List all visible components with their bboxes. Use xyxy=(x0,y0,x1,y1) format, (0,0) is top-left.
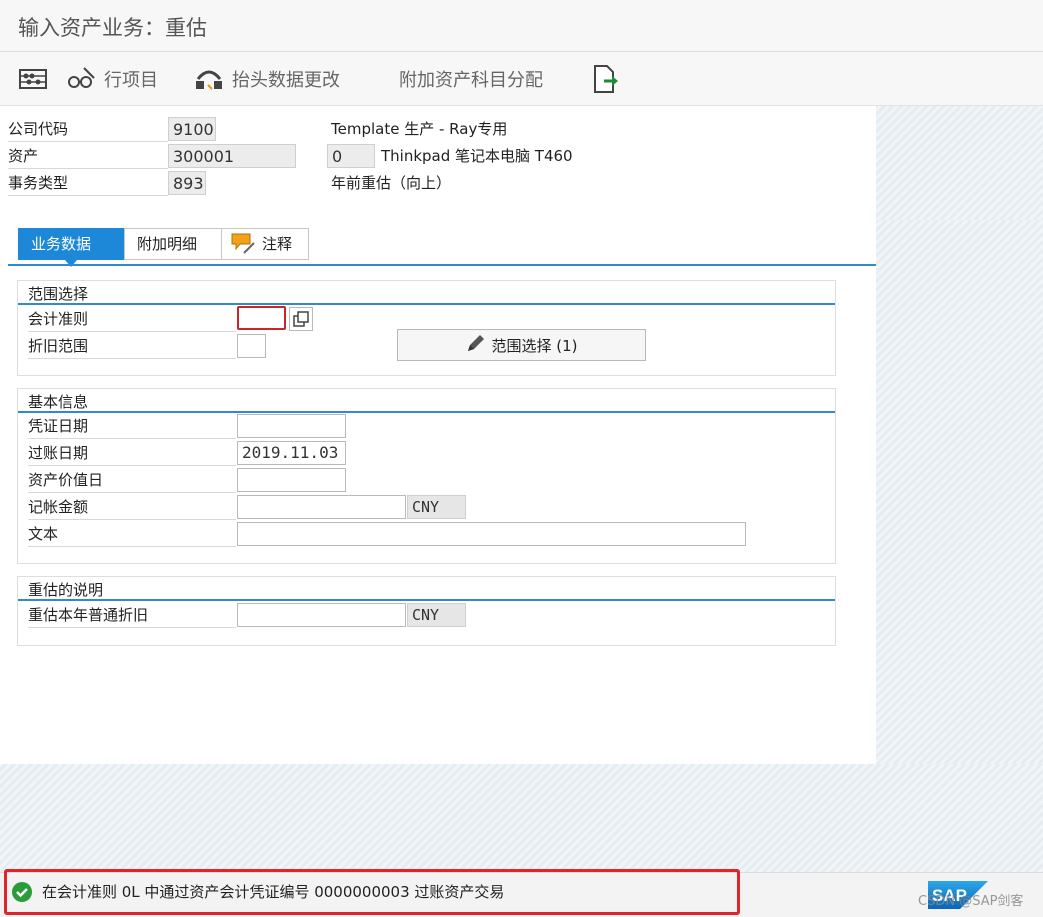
group-divider xyxy=(18,599,835,601)
revaluation-title: 重估的说明 xyxy=(28,581,104,599)
asset-label: 资产 xyxy=(8,143,168,169)
revaluation-current-year-label: 重估本年普通折旧 xyxy=(28,602,236,628)
right-background xyxy=(876,220,1043,764)
value-help-icon xyxy=(290,311,312,334)
exit-button[interactable] xyxy=(592,64,620,94)
text-label: 文本 xyxy=(28,521,236,547)
transaction-type-description: 年前重估（向上） xyxy=(331,174,452,192)
asset-value-date-label: 资产价值日 xyxy=(28,467,236,493)
pencil-icon xyxy=(465,332,487,358)
header-data-icon xyxy=(194,65,224,93)
range-selection-button-label: 范围选择 (1) xyxy=(491,336,578,355)
posting-date-input[interactable]: 2019.11.03 xyxy=(237,441,346,465)
exit-document-icon xyxy=(592,64,620,94)
asset-description: Thinkpad 笔记本电脑 T460 xyxy=(381,147,573,165)
revaluation-current-year-input[interactable] xyxy=(237,603,406,627)
tab-notes[interactable]: 注释 xyxy=(221,228,309,260)
posting-date-label: 过账日期 xyxy=(28,440,236,466)
transaction-type-field: 893 xyxy=(168,171,206,195)
note-icon xyxy=(230,232,256,266)
depreciation-area-input[interactable] xyxy=(237,334,266,358)
watermark: CSDN @SAP剑客 xyxy=(918,894,1024,909)
tab-strip-line xyxy=(8,264,876,266)
amount-currency-field: CNY xyxy=(407,495,466,519)
tab-notes-label: 注释 xyxy=(262,235,293,253)
header-data-change-label: 抬头数据更改 xyxy=(232,70,340,91)
success-icon xyxy=(11,881,33,907)
company-name: Template 生产 - Ray专用 xyxy=(331,120,508,138)
asset-value-date-input[interactable] xyxy=(237,468,346,492)
accounting-principle-input[interactable] xyxy=(237,306,286,330)
range-selection-button[interactable]: 范围选择 (1) xyxy=(397,329,646,361)
depreciation-area-label: 折旧范围 xyxy=(28,333,236,359)
toolbar: 行项目 抬头数据更改 附加资产科目分配 xyxy=(0,52,1043,106)
revaluation-currency-field: CNY xyxy=(407,603,466,627)
company-code-field: 9100 xyxy=(168,117,216,141)
document-date-input[interactable] xyxy=(237,414,346,438)
tab-business-data[interactable]: 业务数据 xyxy=(18,228,124,267)
page-title: 输入资产业务：重估 xyxy=(18,16,207,40)
group-divider xyxy=(18,303,835,305)
tab-additional-details[interactable]: 附加明细 xyxy=(124,228,222,260)
header-data-change-button[interactable]: 抬头数据更改 xyxy=(194,64,340,94)
line-items-button[interactable]: 行项目 xyxy=(66,64,158,94)
range-selection-title: 范围选择 xyxy=(28,285,89,303)
asset-number-field: 300001 xyxy=(168,144,296,168)
line-items-label: 行项目 xyxy=(104,70,158,91)
status-message[interactable]: 在会计准则 0L 中通过资产会计凭证编号 0000000003 过账资产交易 xyxy=(42,880,504,904)
value-help-button[interactable] xyxy=(289,307,313,331)
asset-subnumber-field: 0 xyxy=(327,144,375,168)
posting-amount-input[interactable] xyxy=(237,495,406,519)
glasses-pencil-icon xyxy=(66,66,96,92)
company-code-label: 公司代码 xyxy=(8,116,168,142)
calculate-button[interactable] xyxy=(18,64,48,94)
abacus-icon xyxy=(18,67,48,91)
document-date-label: 凭证日期 xyxy=(28,413,236,439)
additional-asset-assignment-button[interactable]: 附加资产科目分配 xyxy=(399,64,543,94)
posting-amount-label: 记帐金额 xyxy=(28,494,236,520)
transaction-type-label: 事务类型 xyxy=(8,170,168,196)
accounting-principle-label: 会计准则 xyxy=(28,306,236,332)
basic-info-title: 基本信息 xyxy=(28,393,89,411)
text-input[interactable] xyxy=(237,522,746,546)
title-bar: 输入资产业务：重估 xyxy=(0,0,1043,52)
additional-asset-assignment-label: 附加资产科目分配 xyxy=(399,70,543,91)
